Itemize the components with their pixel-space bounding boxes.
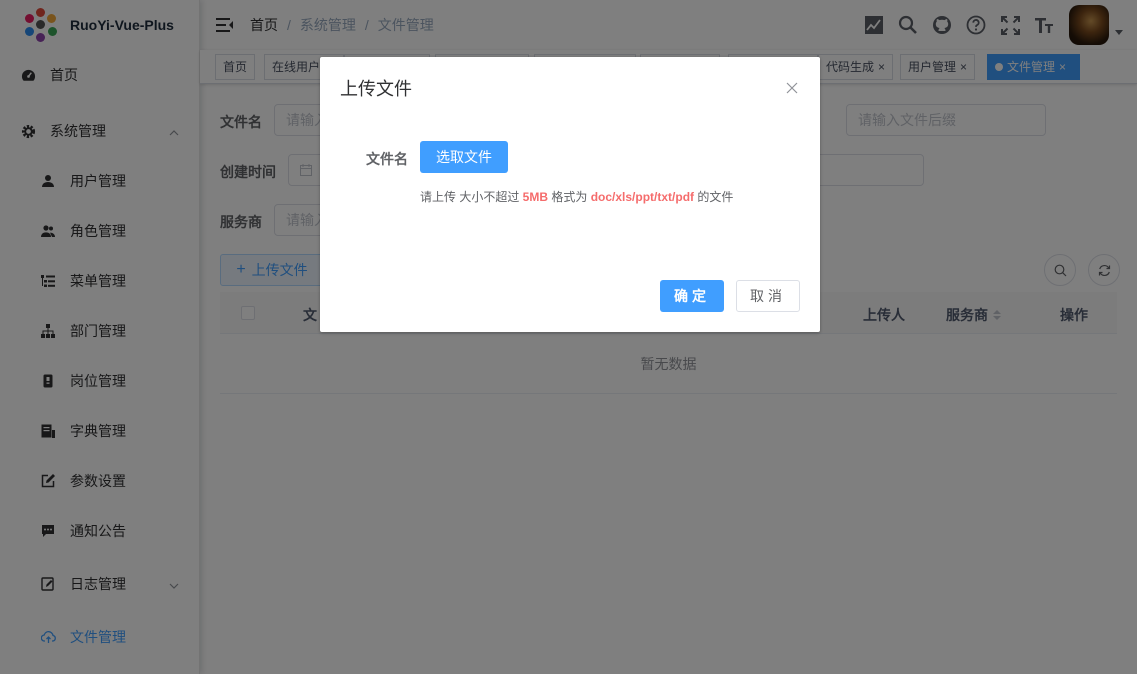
tip-formats: doc/xls/ppt/txt/pdf — [590, 190, 695, 204]
tip-size: 5MB — [522, 190, 549, 204]
confirm-label: 确定 — [674, 288, 710, 304]
select-file-label: 选取文件 — [436, 149, 492, 165]
tip-middle: 格式为 — [548, 190, 591, 204]
close-icon — [786, 82, 798, 94]
upload-tip: 请上传 大小不超过 5MB 格式为 doc/xls/ppt/txt/pdf 的文… — [420, 188, 733, 205]
dialog-title: 上传文件 — [340, 79, 412, 99]
dialog-field-label: 文件名 — [366, 151, 408, 167]
tip-suffix: 的文件 — [694, 190, 734, 204]
confirm-button[interactable]: 确定 — [660, 280, 724, 312]
dialog-close-button[interactable] — [786, 81, 800, 95]
select-file-button[interactable]: 选取文件 — [420, 141, 508, 173]
cancel-label: 取消 — [750, 288, 786, 304]
upload-dialog: 上传文件 文件名 选取文件 请上传 大小不超过 5MB 格式为 doc/xls/… — [320, 57, 820, 332]
tip-prefix: 请上传 大小不超过 — [420, 190, 523, 204]
cancel-button[interactable]: 取消 — [736, 280, 800, 312]
